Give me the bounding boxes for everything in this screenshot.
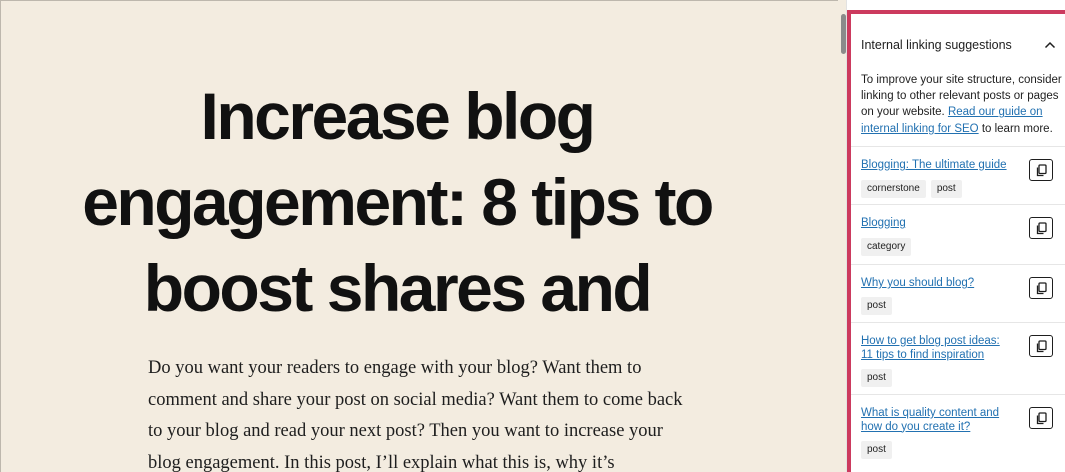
tag-badge: post bbox=[930, 180, 962, 198]
editor-scrollbar-thumb[interactable] bbox=[841, 14, 846, 54]
tag-badge: category bbox=[861, 238, 912, 256]
tag-badge: cornerstone bbox=[861, 180, 926, 198]
post-body-paragraph[interactable]: Do you want your readers to engage with … bbox=[148, 353, 688, 472]
copy-icon bbox=[1036, 411, 1047, 424]
suggestion-item: Blogging category bbox=[851, 204, 1065, 264]
suggestion-tags: post bbox=[861, 369, 892, 387]
suggestion-item: Blogging: The ultimate guide cornerstone… bbox=[851, 146, 1065, 204]
post-title[interactable]: Increase blog engagement: 8 tips to boos… bbox=[1, 73, 793, 331]
suggestion-link[interactable]: How to get blog post ideas: 11 tips to f… bbox=[861, 335, 1011, 362]
panel-intro: To improve your site structure, consider… bbox=[861, 72, 1063, 137]
internal-linking-panel: Internal linking suggestions To improve … bbox=[847, 10, 1065, 472]
suggestion-link[interactable]: Blogging bbox=[861, 217, 1011, 231]
copy-icon bbox=[1036, 221, 1047, 234]
copy-link-button[interactable] bbox=[1029, 335, 1053, 357]
tag-badge: post bbox=[861, 369, 892, 387]
suggestion-tags: category bbox=[861, 238, 912, 256]
suggestion-item: How to get blog post ideas: 11 tips to f… bbox=[851, 322, 1065, 394]
suggestion-item: What is quality content and how do you c… bbox=[851, 394, 1065, 472]
intro-text-end: to learn more. bbox=[978, 122, 1053, 135]
suggestion-item: Why you should blog? post bbox=[851, 264, 1065, 322]
copy-icon bbox=[1036, 281, 1047, 294]
editor-canvas[interactable]: Increase blog engagement: 8 tips to boos… bbox=[0, 0, 838, 472]
suggestion-link[interactable]: Blogging: The ultimate guide bbox=[861, 159, 1011, 173]
tag-badge: post bbox=[861, 297, 892, 315]
chevron-up-icon[interactable] bbox=[1043, 38, 1057, 52]
tag-badge: post bbox=[861, 441, 892, 459]
copy-link-button[interactable] bbox=[1029, 217, 1053, 239]
suggestion-tags: post bbox=[861, 297, 892, 315]
panel-header[interactable]: Internal linking suggestions bbox=[861, 36, 1057, 54]
copy-link-button[interactable] bbox=[1029, 159, 1053, 181]
editor-scrollbar[interactable] bbox=[838, 0, 847, 472]
copy-link-button[interactable] bbox=[1029, 407, 1053, 429]
panel-title: Internal linking suggestions bbox=[861, 38, 1012, 52]
suggestion-link[interactable]: What is quality content and how do you c… bbox=[861, 407, 1011, 434]
suggestion-link[interactable]: Why you should blog? bbox=[861, 277, 1011, 291]
suggestion-tags: post bbox=[861, 441, 892, 459]
copy-icon bbox=[1036, 163, 1047, 176]
copy-icon bbox=[1036, 339, 1047, 352]
copy-link-button[interactable] bbox=[1029, 277, 1053, 299]
suggestion-tags: cornerstone post bbox=[861, 180, 962, 198]
